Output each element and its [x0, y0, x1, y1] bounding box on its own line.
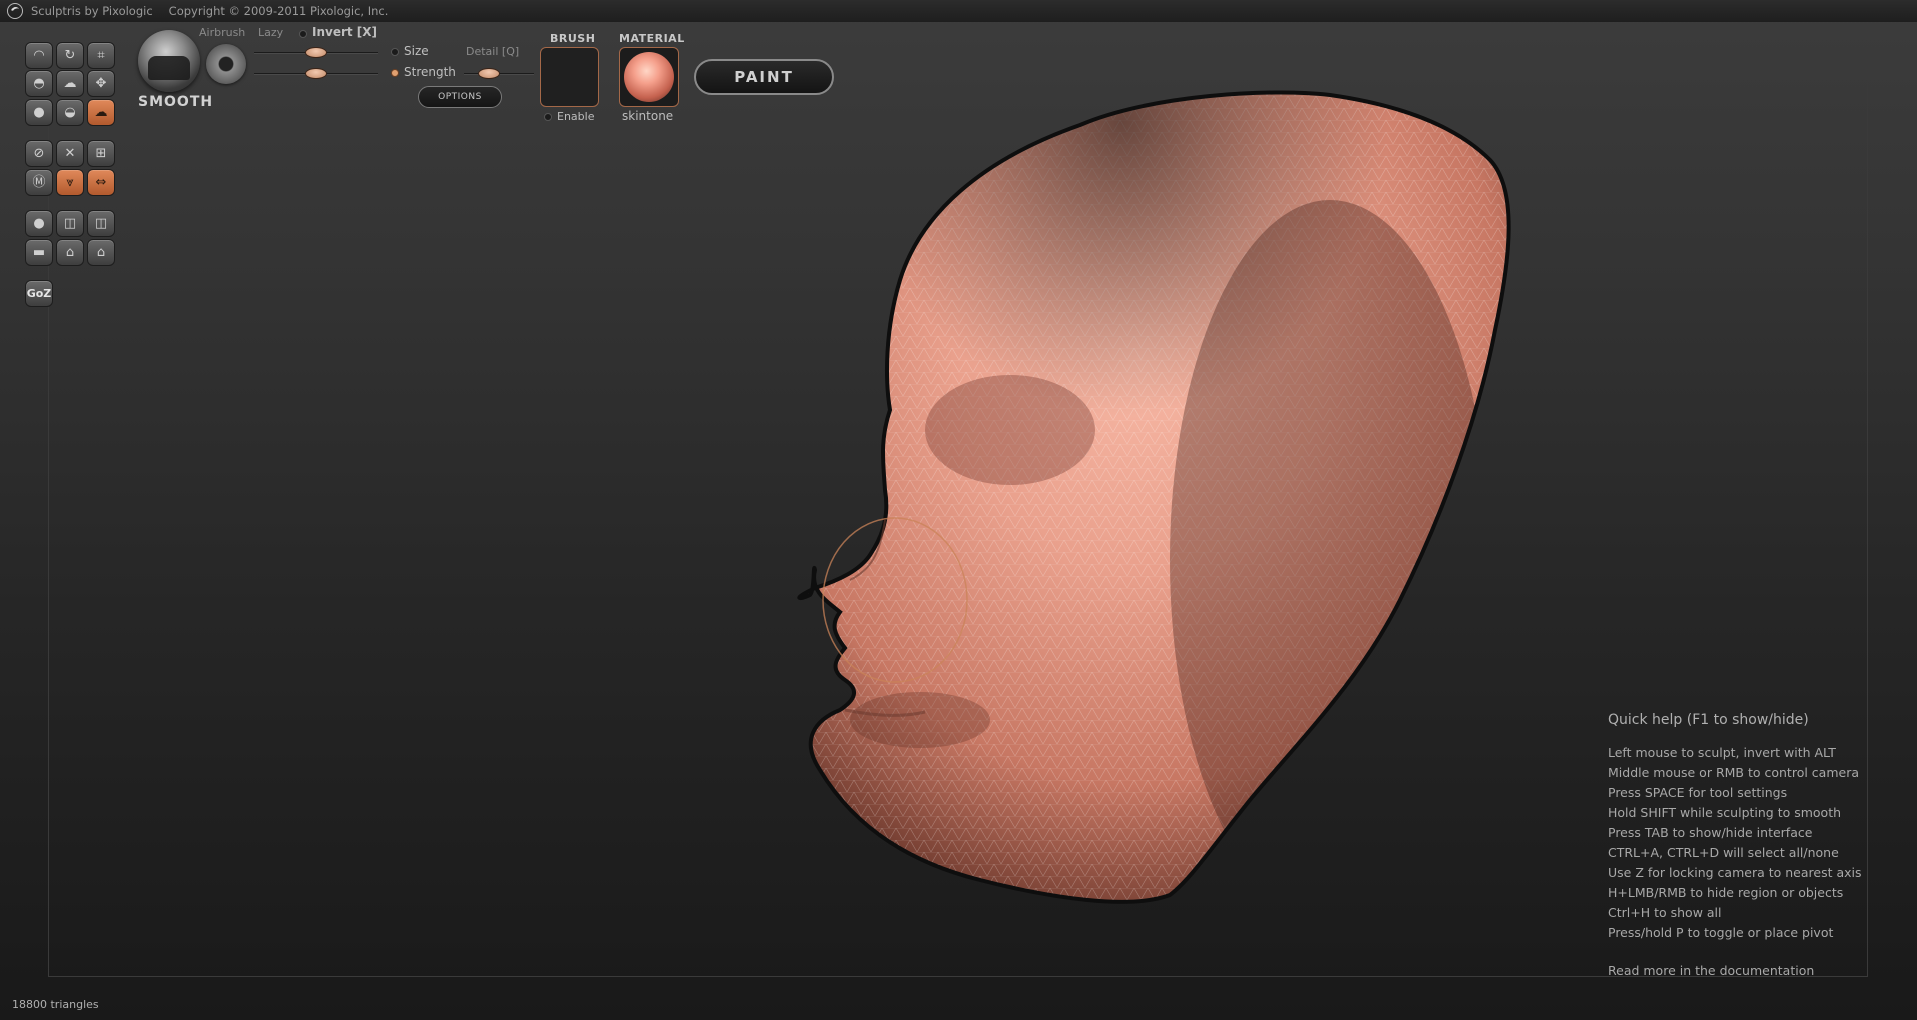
reduce-selection-icon: ✕	[64, 146, 76, 161]
quick-help-line: Left mouse to sculpt, invert with ALT	[1608, 745, 1836, 760]
brush-preview-icon[interactable]	[138, 30, 200, 92]
quick-help-line: Ctrl+H to show all	[1608, 905, 1722, 920]
flatten-icon: ☁	[63, 76, 77, 91]
quick-help-line: Press SPACE for tool settings	[1608, 785, 1788, 800]
quick-help-line: Hold SHIFT while sculpting to smooth	[1608, 805, 1842, 820]
crease-tool-button[interactable]: ◠	[25, 42, 53, 69]
new-sphere-icon: ●	[33, 216, 45, 231]
goz-button[interactable]: GoZ	[25, 280, 53, 307]
quick-help-lines: Left mouse to sculpt, invert with ALT Mid…	[1608, 745, 1908, 945]
scale-icon: ⌗	[97, 48, 105, 63]
quick-help-line: Press TAB to show/hide interface	[1608, 825, 1813, 840]
material-slot[interactable]	[619, 47, 679, 107]
crease-icon: ◠	[33, 48, 45, 63]
head-mesh[interactable]	[780, 80, 1540, 920]
quick-help-line: H+LMB/RMB to hide region or objects	[1608, 885, 1844, 900]
grab-tool-button[interactable]: ✥	[87, 70, 115, 97]
import-tool-button[interactable]: ⌂	[56, 239, 84, 266]
material-name: skintone	[622, 109, 674, 123]
tool-mode-label: SMOOTH	[138, 94, 214, 110]
export-icon: ⌂	[96, 245, 106, 260]
size-label: Size	[404, 44, 429, 58]
detail-label: Detail [Q]	[466, 45, 520, 58]
brush-title: BRUSH	[550, 32, 596, 45]
quick-help-line: Press/hold P to toggle or place pivot	[1608, 925, 1834, 940]
invert-radio-icon[interactable]	[299, 30, 307, 38]
mask-icon: Ⓜ	[32, 175, 46, 190]
new-plane-icon: ▬	[32, 245, 46, 260]
stroke-type-icon[interactable]	[206, 44, 246, 84]
size-radio-icon[interactable]	[391, 48, 399, 56]
inflate-icon: ◒	[64, 105, 76, 120]
paint-button[interactable]: PAINT	[694, 59, 834, 95]
quick-help-title: Quick help (F1 to show/hide)	[1608, 712, 1809, 728]
quick-help-line: CTRL+A, CTRL+D will select all/none	[1608, 845, 1839, 860]
quick-help-line: Use Z for locking camera to nearest axis	[1608, 865, 1862, 880]
save-icon: ◫	[94, 216, 108, 231]
draw-tool-button[interactable]: ◓	[25, 70, 53, 97]
size-slider-knob[interactable]	[305, 47, 327, 58]
export-tool-button[interactable]: ⌂	[87, 239, 115, 266]
wireframe-tool-button[interactable]: ⩔	[56, 169, 84, 196]
quick-help-line: Middle mouse or RMB to control camera	[1608, 765, 1859, 780]
invert-toggle[interactable]: Invert [X]	[312, 25, 377, 39]
open-icon: ◫	[63, 216, 77, 231]
new-plane-tool-button[interactable]: ▬	[25, 239, 53, 266]
reduce-brush-tool-button[interactable]: ⊘	[25, 140, 53, 167]
subdivide-tool-button[interactable]: ⊞	[87, 140, 115, 167]
scale-tool-button[interactable]: ⌗	[87, 42, 115, 69]
brush-enable-label[interactable]: Enable	[557, 110, 594, 123]
rotate-tool-button[interactable]: ↻	[56, 42, 84, 69]
strength-radio-icon[interactable]	[391, 69, 399, 77]
material-sphere-icon	[624, 52, 674, 102]
strength-label: Strength	[404, 65, 456, 79]
material-title: MATERIAL	[619, 32, 685, 45]
subdivide-icon: ⊞	[95, 146, 107, 161]
triangle-count: 18800 triangles	[12, 998, 99, 1011]
pinch-icon: ●	[33, 105, 45, 120]
pinch-tool-button[interactable]: ●	[25, 99, 53, 126]
draw-icon: ◓	[33, 76, 45, 91]
brush-texture-slot[interactable]	[540, 47, 599, 107]
save-tool-button[interactable]: ◫	[87, 210, 115, 237]
import-icon: ⌂	[65, 245, 75, 260]
reduce-selection-tool-button[interactable]: ✕	[56, 140, 84, 167]
documentation-link[interactable]: Read more in the documentation	[1608, 963, 1908, 978]
quick-help-panel: Quick help (F1 to show/hide) Left mouse …	[1608, 712, 1908, 978]
strength-slider-knob[interactable]	[305, 68, 327, 79]
new-sphere-tool-button[interactable]: ●	[25, 210, 53, 237]
symmetry-icon: ⇔	[95, 175, 107, 190]
mask-tool-button[interactable]: Ⓜ	[25, 169, 53, 196]
flatten-tool-button[interactable]: ☁	[56, 70, 84, 97]
detail-slider-knob[interactable]	[477, 68, 500, 79]
wireframe-icon: ⩔	[66, 175, 74, 190]
open-tool-button[interactable]: ◫	[56, 210, 84, 237]
grab-icon: ✥	[95, 76, 107, 91]
options-button[interactable]: OPTIONS	[418, 86, 502, 108]
rotate-icon: ↻	[64, 48, 76, 63]
lazy-toggle[interactable]: Lazy	[258, 26, 283, 39]
smooth-tool-button[interactable]: ☁	[87, 99, 115, 126]
inflate-tool-button[interactable]: ◒	[56, 99, 84, 126]
brush-enable-radio-icon[interactable]	[544, 113, 552, 121]
symmetry-tool-button[interactable]: ⇔	[87, 169, 115, 196]
sculptris-window: Sculptris by Pixologic Copyright © 2009-…	[0, 0, 1917, 1020]
smooth-icon: ☁	[94, 105, 108, 120]
reduce-brush-icon: ⊘	[33, 146, 45, 161]
airbrush-toggle[interactable]: Airbrush	[199, 26, 245, 39]
